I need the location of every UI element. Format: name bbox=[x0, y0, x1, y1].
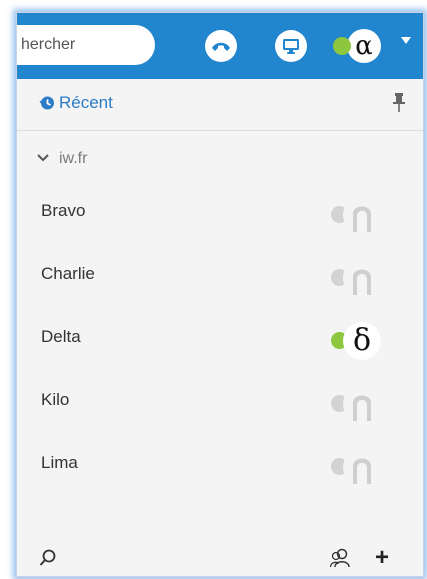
self-status-dot bbox=[333, 37, 351, 55]
search-icon[interactable] bbox=[39, 549, 57, 567]
person-silhouette-icon bbox=[343, 196, 381, 234]
self-avatar-letter: α bbox=[355, 31, 373, 61]
group-header[interactable]: iw.fr bbox=[17, 145, 423, 175]
search-input-value: hercher bbox=[21, 36, 76, 53]
recent-label: Récent bbox=[59, 93, 113, 112]
contact-row[interactable]: Bravo bbox=[17, 183, 423, 245]
avatar-letter: δ bbox=[352, 323, 372, 358]
contact-row[interactable]: Lima bbox=[17, 435, 423, 497]
contacts-panel: hercher α Récent iw.fr Bravo Charlie Del… bbox=[16, 12, 424, 577]
avatar: δ bbox=[343, 322, 381, 360]
add-icon[interactable]: + bbox=[375, 544, 389, 572]
history-icon bbox=[39, 96, 54, 110]
section-divider bbox=[17, 130, 423, 131]
contact-name: Delta bbox=[41, 327, 81, 346]
person-silhouette-icon bbox=[343, 259, 381, 297]
chevron-down-icon[interactable] bbox=[401, 37, 411, 44]
recent-section[interactable]: Récent bbox=[17, 83, 423, 123]
contact-name: Kilo bbox=[41, 390, 70, 409]
contact-row[interactable]: Delta δ bbox=[17, 309, 423, 371]
screen-share-icon bbox=[283, 39, 299, 54]
person-silhouette-icon bbox=[343, 448, 381, 486]
contact-row[interactable]: Kilo bbox=[17, 372, 423, 434]
phone-hangup-icon bbox=[212, 42, 230, 51]
chevron-down-icon bbox=[37, 154, 49, 162]
hangup-button[interactable] bbox=[205, 30, 237, 62]
contact-name: Lima bbox=[41, 453, 78, 472]
header-bar: hercher α bbox=[17, 13, 423, 79]
search-input[interactable]: hercher bbox=[17, 25, 155, 65]
group-label: iw.fr bbox=[59, 150, 88, 167]
person-silhouette-icon bbox=[343, 385, 381, 423]
self-avatar[interactable]: α bbox=[347, 29, 381, 63]
screen-share-button[interactable] bbox=[275, 30, 307, 62]
contact-name: Charlie bbox=[41, 264, 95, 283]
contact-name: Bravo bbox=[41, 201, 86, 220]
contact-row[interactable]: Charlie bbox=[17, 246, 423, 308]
pin-icon[interactable] bbox=[393, 93, 405, 113]
contacts-group-icon[interactable] bbox=[329, 547, 351, 569]
